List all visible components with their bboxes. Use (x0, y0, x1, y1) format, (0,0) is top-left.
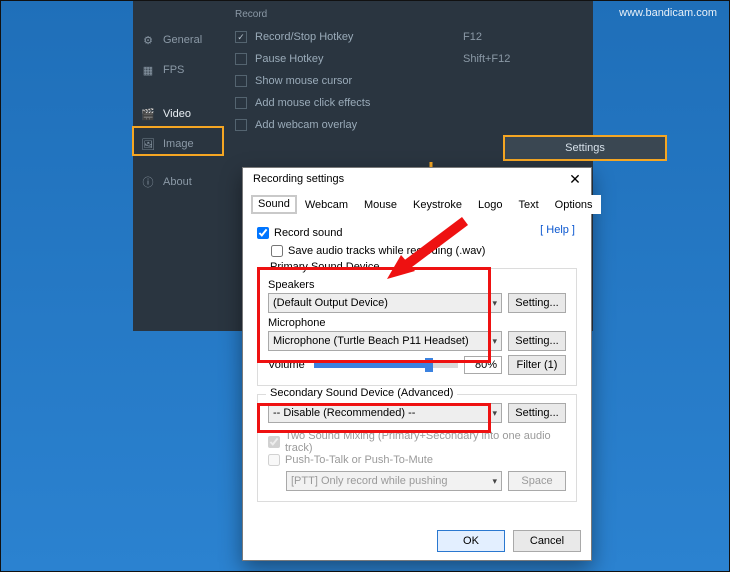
sidebar-item-label: Image (163, 138, 194, 150)
checkbox-icon (268, 454, 280, 466)
opt-click-effects[interactable]: Add mouse click effects (235, 92, 581, 114)
volume-value: 80% (464, 356, 502, 374)
chevron-down-icon: ▾ (492, 298, 497, 309)
ok-button[interactable]: OK (437, 530, 505, 552)
checkbox-icon (235, 75, 247, 87)
sidebar-item-video[interactable]: 🎬 Video (133, 99, 223, 129)
combo-value: Microphone (Turtle Beach P11 Headset) (273, 335, 469, 347)
save-wav-checkbox[interactable]: Save audio tracks while recording (.wav) (271, 242, 577, 260)
fps-icon: ▦ (141, 63, 155, 77)
close-button[interactable]: ✕ (565, 170, 585, 188)
two-sound-mixing-checkbox: Two Sound Mixing (Primary+Secondary into… (268, 433, 566, 451)
help-link[interactable]: [ Help ] (540, 224, 575, 236)
chevron-down-icon: ▾ (492, 336, 497, 347)
dialog-title: Recording settings (253, 173, 344, 185)
opt-webcam-overlay[interactable]: Add webcam overlay (235, 114, 581, 136)
checkbox-label: Push-To-Talk or Push-To-Mute (285, 454, 433, 466)
hotkey-value: Shift+F12 (463, 53, 510, 65)
chevron-down-icon: ▾ (492, 408, 497, 419)
sidebar: ⚙ General ▦ FPS 🎬 Video 🖼 Image ⓘ About (133, 1, 223, 331)
filter-button[interactable]: Filter (1) (508, 355, 566, 375)
opt-label: Add mouse click effects (255, 97, 370, 109)
checkbox-icon: ✓ (235, 31, 247, 43)
sidebar-item-about[interactable]: ⓘ About (133, 167, 223, 197)
slider-fill (314, 362, 429, 368)
combo-value: -- Disable (Recommended) -- (273, 407, 415, 419)
watermark: www.bandicam.com (619, 7, 717, 19)
opt-label: Record/Stop Hotkey (255, 31, 353, 43)
tab-mouse[interactable]: Mouse (356, 195, 405, 214)
tab-options[interactable]: Options (547, 195, 601, 214)
tab-text[interactable]: Text (510, 195, 546, 214)
checkbox-icon (235, 53, 247, 65)
opt-label: Pause Hotkey (255, 53, 323, 65)
image-icon: 🖼 (141, 137, 155, 151)
group-title: Primary Sound Device (266, 261, 383, 273)
opt-pause[interactable]: Pause Hotkey Shift+F12 (235, 48, 581, 70)
speakers-dropdown[interactable]: (Default Output Device) ▾ (268, 293, 502, 313)
opt-label: Show mouse cursor (255, 75, 352, 87)
checkbox-icon (235, 97, 247, 109)
chevron-down-icon: ▾ (492, 476, 497, 487)
sidebar-item-label: About (163, 176, 192, 188)
tab-sound[interactable]: Sound (251, 195, 297, 214)
group-title: Secondary Sound Device (Advanced) (266, 387, 457, 399)
info-icon: ⓘ (141, 175, 155, 189)
secondary-dropdown[interactable]: -- Disable (Recommended) -- ▾ (268, 403, 502, 423)
opt-mouse-cursor[interactable]: Show mouse cursor (235, 70, 581, 92)
slider-thumb[interactable] (425, 358, 433, 372)
dialog-titlebar: Recording settings ✕ (243, 168, 591, 190)
settings-button[interactable]: Settings (505, 137, 665, 159)
gear-icon: ⚙ (141, 33, 155, 47)
tab-webcam[interactable]: Webcam (297, 195, 356, 214)
volume-slider[interactable] (314, 362, 458, 368)
speakers-setting-button[interactable]: Setting... (508, 293, 566, 313)
opt-record-stop[interactable]: ✓ Record/Stop Hotkey F12 (235, 26, 581, 48)
ptt-key-field: Space (508, 471, 566, 491)
volume-label: Volume (268, 359, 308, 371)
sidebar-item-label: FPS (163, 64, 184, 76)
speakers-label: Speakers (268, 279, 566, 291)
recording-settings-dialog: Recording settings ✕ Sound Webcam Mouse … (242, 167, 592, 561)
mic-setting-button[interactable]: Setting... (508, 331, 566, 351)
secondary-setting-button[interactable]: Setting... (508, 403, 566, 423)
dialog-footer: OK Cancel (437, 530, 581, 552)
cancel-button[interactable]: Cancel (513, 530, 581, 552)
tab-logo[interactable]: Logo (470, 195, 510, 214)
checkbox-icon[interactable] (257, 227, 269, 239)
mic-label: Microphone (268, 317, 566, 329)
sidebar-item-label: General (163, 34, 202, 46)
dialog-body: Record sound Save audio tracks while rec… (243, 214, 591, 516)
checkbox-label: Two Sound Mixing (Primary+Secondary into… (285, 430, 566, 454)
sidebar-item-image[interactable]: 🖼 Image (133, 129, 223, 159)
primary-sound-group: Primary Sound Device Speakers (Default O… (257, 268, 577, 386)
microphone-dropdown[interactable]: Microphone (Turtle Beach P11 Headset) ▾ (268, 331, 502, 351)
checkbox-label: Record sound (274, 227, 343, 239)
checkbox-icon[interactable] (271, 245, 283, 257)
sidebar-item-label: Video (163, 108, 191, 120)
sidebar-item-general[interactable]: ⚙ General (133, 25, 223, 55)
ptt-mode-dropdown: [PTT] Only record while pushing ▾ (286, 471, 502, 491)
secondary-sound-group: Secondary Sound Device (Advanced) -- Dis… (257, 394, 577, 502)
checkbox-icon (268, 436, 280, 448)
hotkey-value: F12 (463, 31, 482, 43)
section-title: Record (235, 9, 581, 20)
record-sound-checkbox[interactable]: Record sound (257, 224, 577, 242)
checkbox-label: Save audio tracks while recording (.wav) (288, 245, 485, 257)
tab-bar: Sound Webcam Mouse Keystroke Logo Text O… (251, 194, 583, 214)
checkbox-icon (235, 119, 247, 131)
combo-value: [PTT] Only record while pushing (291, 475, 448, 487)
sidebar-item-fps[interactable]: ▦ FPS (133, 55, 223, 85)
combo-value: (Default Output Device) (273, 297, 388, 309)
tab-keystroke[interactable]: Keystroke (405, 195, 470, 214)
video-icon: 🎬 (141, 107, 155, 121)
opt-label: Add webcam overlay (255, 119, 357, 131)
